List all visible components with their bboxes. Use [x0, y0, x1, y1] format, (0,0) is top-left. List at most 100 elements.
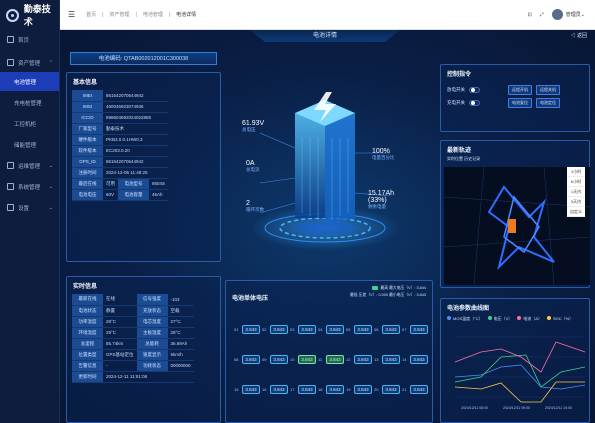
field-value: 2024-12-05 11:48:25	[103, 167, 169, 179]
breadcrumb-home[interactable]: 首页	[86, 11, 96, 18]
field-value: 2024-12-11 11:51:06	[103, 371, 194, 383]
field-value: GPS基站定位	[103, 349, 137, 361]
sidebar-item-cabinet[interactable]: 工控机柜	[0, 114, 59, 133]
sidebar-item-battery[interactable]: 电池管理	[0, 72, 59, 91]
battery-code-banner: 电池编码: QTAB002012001C300038	[70, 52, 217, 65]
field-label: 总能耗	[136, 338, 168, 350]
breadcrumb-separator: |	[168, 11, 171, 18]
legend-item: 电压（V）	[487, 316, 512, 322]
sidebar-item-label: 储能管理	[14, 142, 37, 149]
cell-voltage: 3.843	[410, 355, 428, 364]
table-row: 位置类型 GPS基站定位 速度显示 5km/h	[72, 349, 194, 361]
table-row: 总里程 85.74km 总能耗 36.69Ah	[72, 338, 194, 350]
metric-value: 15.17Ah (33%)	[368, 190, 395, 204]
voltage-diff: 压差（V）: 0.000	[358, 293, 388, 297]
back-button[interactable]: ◁ 返回	[571, 32, 587, 39]
remote-power-off-button[interactable]: 远程关机	[536, 85, 560, 95]
time-range-option[interactable]: 自定义	[567, 207, 585, 217]
field-value: 861542070644942	[103, 156, 169, 168]
menu-icon[interactable]: ☰	[68, 10, 75, 19]
table-row: 最新在线 在线 信号强度 -103	[72, 294, 194, 306]
sidebar-item-label: 运维管理	[18, 163, 41, 170]
field-value: 28°C	[103, 316, 137, 328]
time-range-option[interactable]: 1天内	[567, 187, 585, 197]
field-value: 861542070644942	[103, 90, 169, 102]
home-icon	[7, 36, 14, 43]
sidebar-item-settings[interactable]: 设置 ⌄	[0, 198, 59, 217]
track-tabs[interactable]: 实时位置 历史记录	[447, 156, 480, 162]
field-label: 信号强度	[136, 294, 168, 306]
sidebar-item-label: 充电桩管理	[14, 100, 42, 107]
logo-text: 勤泰技术	[23, 4, 51, 27]
cell-index: 02	[262, 327, 267, 332]
sidebar-item-storage[interactable]: 储能管理	[0, 135, 59, 154]
field-value: 45Ah	[149, 189, 169, 201]
realtime-panel: 实时信息 最新在线 在线 信号强度 -103 电池状态 静置 充放状态 空载 功率温度 28°C 电…	[66, 276, 221, 423]
x-tick-label: 2024/12/11 08:00	[461, 406, 488, 410]
cell-voltage: 3.843	[242, 355, 260, 364]
field-value: 898604692024022855	[103, 112, 169, 124]
legend-label: SOC（%）	[552, 316, 574, 321]
cell-index: 16	[262, 387, 267, 392]
field-label: GPS_ID	[72, 156, 103, 168]
time-range-option[interactable]: 6小时	[567, 177, 585, 187]
chevron-down-icon: ⌄	[48, 162, 53, 169]
total-voltage-metric: 61.93V 总电压	[242, 120, 264, 133]
cell-voltage: 3.843	[382, 325, 400, 334]
sidebar-item-charger[interactable]: 充电桩管理	[0, 93, 59, 112]
time-range-option[interactable]: 3天内	[567, 197, 585, 207]
field-value: 00000000	[167, 360, 194, 372]
time-range-option[interactable]: 1小时	[567, 167, 585, 177]
cell-voltage: 3.843	[270, 355, 288, 364]
logo: 勤泰技术	[0, 0, 59, 30]
sidebar-item-home[interactable]: 首页	[0, 30, 59, 49]
cell-voltage: 3.843	[298, 325, 316, 334]
time-range-selector[interactable]: 1小时 6小时 1天内 3天内 自定义	[567, 167, 585, 217]
panel-title: 控制指令	[447, 72, 472, 78]
legend-max: 最高	[380, 286, 388, 290]
track-panel: 最新轨迹 实时位置 历史记录 1小时 6小时 1天内 3天内 自定义	[440, 140, 590, 288]
fullscreen-icon[interactable]: ⤢	[540, 12, 544, 18]
soc-metric: 100% 电量百分比	[372, 148, 395, 161]
table-row: 更新时间 2024-12-11 11:51:06	[72, 371, 194, 383]
breadcrumb-battery[interactable]: 电池管理	[143, 11, 163, 18]
field-label: 总里程	[72, 338, 103, 350]
cell-index: 14	[402, 357, 407, 362]
cell-voltage: 3.843	[242, 385, 260, 394]
breadcrumb-assets[interactable]: 资产管理	[110, 11, 130, 18]
sidebar-item-system[interactable]: 系统管理 ⌄	[0, 177, 59, 196]
discharge-toggle[interactable]	[469, 87, 480, 93]
cell-voltage: 3.843	[326, 355, 344, 364]
soc-series	[454, 381, 585, 403]
user-menu[interactable]: 管理员 ⌄	[551, 9, 585, 20]
cell-voltage: 3.843	[298, 355, 316, 364]
sidebar-item-ops[interactable]: 运维管理 ⌄	[0, 156, 59, 175]
cell-index: 06	[374, 327, 379, 332]
field-label: 最新在线	[72, 294, 103, 306]
field-label: 注册时间	[72, 167, 103, 179]
asset-icon	[7, 59, 14, 66]
table-row: GPS_ID 861542070644942	[72, 156, 169, 168]
cell-index: 04	[318, 327, 323, 332]
charge-toggle[interactable]	[469, 100, 480, 106]
lock-icon[interactable]: ⊡	[528, 12, 532, 18]
table-row: 电池电压 60V 电池容量 45Ah	[72, 189, 169, 201]
battery-reset-button[interactable]: 电池复位	[508, 98, 532, 108]
legend-dot	[517, 316, 522, 320]
metric-value: 61.93V	[242, 120, 265, 127]
x-tick-label: 2024/12/11 09:00	[503, 406, 530, 410]
cell-index: 08	[234, 357, 239, 362]
battery-locate-button[interactable]: 电池定位	[536, 98, 560, 108]
cell-voltage: 3.843	[326, 385, 344, 394]
breadcrumb-separator: |	[135, 11, 137, 18]
sidebar-item-assets[interactable]: 资产管理 ⌃	[0, 53, 59, 72]
legend-item: MOS温度（°C）	[447, 316, 483, 322]
field-label: 位置类型	[72, 349, 103, 361]
remote-power-on-button[interactable]: 远程开机	[508, 85, 532, 95]
switch-label: 放电开关	[447, 87, 465, 92]
params-legend: MOS温度（°C） 电压（V） 电流（A） SOC（%）	[441, 316, 589, 322]
field-value: 36.69Ah	[167, 338, 194, 350]
legend-dot	[546, 316, 551, 320]
panel-title: 实时信息	[73, 284, 98, 290]
cell-voltage: 3.843	[354, 385, 372, 394]
